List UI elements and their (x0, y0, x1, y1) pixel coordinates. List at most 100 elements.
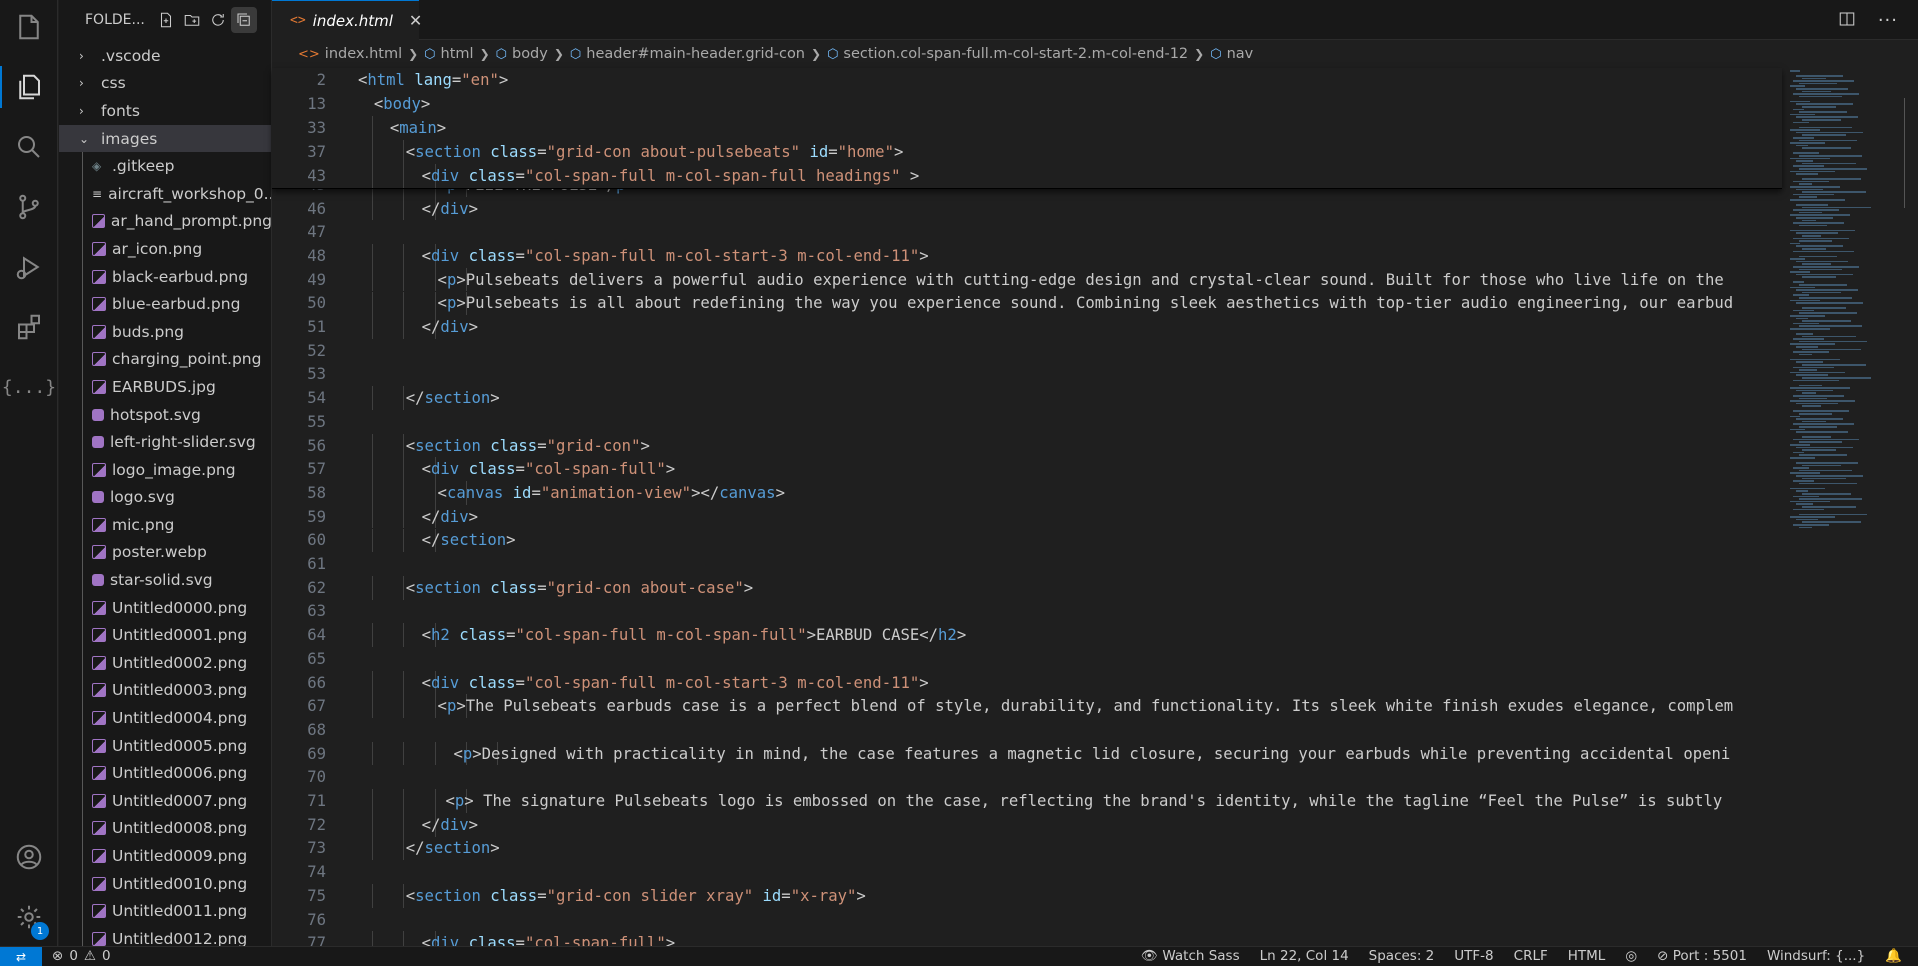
source-control-icon[interactable] (0, 180, 58, 234)
code-line[interactable]: 69 <p>Designed with practicality in mind,… (272, 741, 1782, 766)
close-tab-icon[interactable]: ✕ (409, 11, 422, 30)
file-item[interactable]: Untitled0000.png (59, 593, 271, 622)
new-file-icon[interactable] (153, 7, 179, 33)
file-item[interactable]: ◈ .gitkeep (59, 152, 271, 180)
problems-indicator[interactable]: ⊗ 0 ⚠ 0 (52, 948, 111, 964)
breadcrumb-item[interactable]: ⬡ body (496, 46, 548, 62)
windsurf-status[interactable]: Windsurf: {...} (1767, 948, 1865, 964)
file-item[interactable]: Untitled0004.png (59, 704, 271, 732)
code-line[interactable]: 51 </div> (272, 315, 1782, 339)
code-line[interactable]: 50 <p>Pulsebeats is all about redefining … (272, 291, 1782, 316)
code-line[interactable]: 59 </div> (272, 504, 1782, 529)
code-line[interactable]: 43 <div class="col-span-full m-col-span-f… (272, 164, 1782, 188)
code-line[interactable]: 77 <div class="col-span-full"> (272, 931, 1782, 946)
code-line[interactable]: 56 <section class="grid-con"> (272, 433, 1782, 458)
code-line[interactable]: 33 <main> (272, 116, 1782, 140)
file-item[interactable]: ≡ aircraft_workshop_0... (59, 179, 271, 208)
explorer-icon[interactable] (0, 0, 58, 54)
code-line[interactable]: 13 <body> (272, 92, 1782, 116)
code-line[interactable]: 54 </section> (272, 386, 1782, 410)
code-line[interactable]: 52 (272, 339, 1782, 363)
file-item[interactable]: poster.webp (59, 538, 271, 567)
file-item[interactable]: Untitled0002.png (59, 649, 271, 677)
minimap[interactable] (1782, 68, 1902, 946)
file-item[interactable]: Untitled0011.png (59, 897, 271, 925)
account-icon[interactable] (0, 830, 58, 884)
live-server-port[interactable]: ⊘ Port : 5501 (1657, 948, 1747, 964)
code-line[interactable]: 55 (272, 410, 1782, 434)
collapse-all-icon[interactable] (230, 7, 257, 33)
code-line[interactable]: 67 <p>The Pulsebeats earbuds case is a pe… (272, 694, 1782, 719)
files-icon[interactable] (0, 60, 58, 114)
bell-icon[interactable]: 🔔 (1885, 948, 1902, 964)
run-debug-icon[interactable] (0, 240, 58, 294)
tab-index-html[interactable]: <> index.html ✕ (272, 0, 422, 40)
file-item[interactable]: black-earbud.png (59, 262, 271, 291)
file-item[interactable]: charging_point.png (59, 345, 271, 374)
file-item[interactable]: Untitled0007.png (59, 787, 271, 815)
watch-sass-button[interactable]: 👁 Watch Sass (1141, 948, 1240, 964)
language-mode[interactable]: HTML (1568, 948, 1606, 964)
folder-item[interactable]: › .vscode (59, 42, 271, 70)
folder-item[interactable]: › fonts (59, 97, 271, 125)
breadcrumb-item[interactable]: ⬡ html (424, 46, 473, 62)
code-line[interactable]: 47 (272, 220, 1782, 244)
file-item[interactable]: logo_image.png (59, 455, 271, 484)
code-line[interactable]: 66 <div class="col-span-full m-col-start-… (272, 670, 1782, 695)
copilot-icon[interactable]: ◎ (1625, 948, 1637, 964)
code-line[interactable]: 73 </section> (272, 836, 1782, 861)
extensions-icon[interactable] (0, 300, 58, 354)
file-item[interactable]: Untitled0006.png (59, 759, 271, 787)
new-folder-icon[interactable] (179, 7, 205, 33)
scrollbar-thumb[interactable] (1904, 98, 1914, 208)
file-item[interactable]: ar_icon.png (59, 235, 271, 263)
settings-gear-icon[interactable]: 1 (0, 890, 58, 944)
file-item[interactable]: hotspot.svg (59, 400, 271, 429)
file-item[interactable]: ar_hand_prompt.png (59, 207, 271, 236)
code-line[interactable]: 57 <div class="col-span-full"> (272, 457, 1782, 482)
more-actions-icon[interactable]: ··· (1878, 12, 1898, 30)
code-line[interactable]: 2 <html lang="en"> (272, 68, 1782, 92)
file-item[interactable]: blue-earbud.png (59, 290, 271, 318)
code-line[interactable]: 46 </div> (272, 196, 1782, 221)
file-item[interactable]: logo.svg (59, 483, 271, 512)
code-line[interactable]: 71 <p> The signature Pulsebeats logo is e… (272, 789, 1782, 813)
folder-item[interactable]: › css (59, 70, 271, 98)
file-item[interactable]: buds.png (59, 317, 271, 346)
remote-icon[interactable]: ⇄ (0, 947, 42, 966)
code-line[interactable]: 65 (272, 647, 1782, 671)
code-line[interactable]: 48 <div class="col-span-full m-col-start-… (272, 244, 1782, 268)
code-line[interactable]: 58 <canvas id="animation-view"></canvas> (272, 481, 1782, 505)
code-line[interactable]: 63 (272, 600, 1782, 624)
breadcrumb-item[interactable]: ⬡ section.col-span-full.m-col-start-2.m-c… (827, 46, 1188, 62)
breadcrumb-item[interactable]: ⬡ header#main-header.grid-con (570, 46, 805, 62)
code-line[interactable]: 68 (272, 718, 1782, 742)
code-line[interactable]: 62 <section class="grid-con about-case"> (272, 575, 1782, 600)
code-line[interactable]: 49 <p>Pulsebeats delivers a powerful audi… (272, 267, 1782, 292)
refresh-icon[interactable] (205, 7, 231, 33)
sticky-scroll[interactable]: 2 <html lang="en"> 13 <body> 33 <main> 37 <sect… (272, 68, 1782, 189)
file-item[interactable]: Untitled0008.png (59, 814, 271, 843)
folder-item[interactable]: ⌄ images (59, 124, 271, 153)
code-line[interactable]: 72 </div> (272, 812, 1782, 837)
json-icon[interactable]: {...} (0, 360, 58, 414)
breadcrumb-item[interactable]: ⬡ nav (1210, 46, 1253, 62)
code-line[interactable]: 76 (272, 908, 1782, 932)
file-item[interactable]: Untitled0001.png (59, 621, 271, 649)
file-item[interactable]: Untitled0012.png (59, 925, 271, 946)
code-line[interactable]: 53 (272, 363, 1782, 387)
file-item[interactable]: star-solid.svg (59, 566, 271, 594)
file-item[interactable]: left-right-slider.svg (59, 428, 271, 456)
file-item[interactable]: EARBUDS.jpg (59, 373, 271, 401)
code-line[interactable]: 37 <section class="grid-con about-pulsebe… (272, 140, 1782, 164)
cursor-position[interactable]: Ln 22, Col 14 (1260, 948, 1349, 964)
code-line[interactable]: 74 (272, 860, 1782, 884)
line-ending[interactable]: CRLF (1514, 948, 1548, 964)
code-line[interactable]: 60 </section> (272, 528, 1782, 553)
encoding[interactable]: UTF-8 (1454, 948, 1493, 964)
search-icon[interactable] (0, 120, 58, 174)
breadcrumb-item[interactable]: <> index.html (298, 46, 402, 62)
file-item[interactable]: Untitled0005.png (59, 731, 271, 760)
split-editor-icon[interactable] (1838, 10, 1856, 32)
indentation[interactable]: Spaces: 2 (1369, 948, 1435, 964)
